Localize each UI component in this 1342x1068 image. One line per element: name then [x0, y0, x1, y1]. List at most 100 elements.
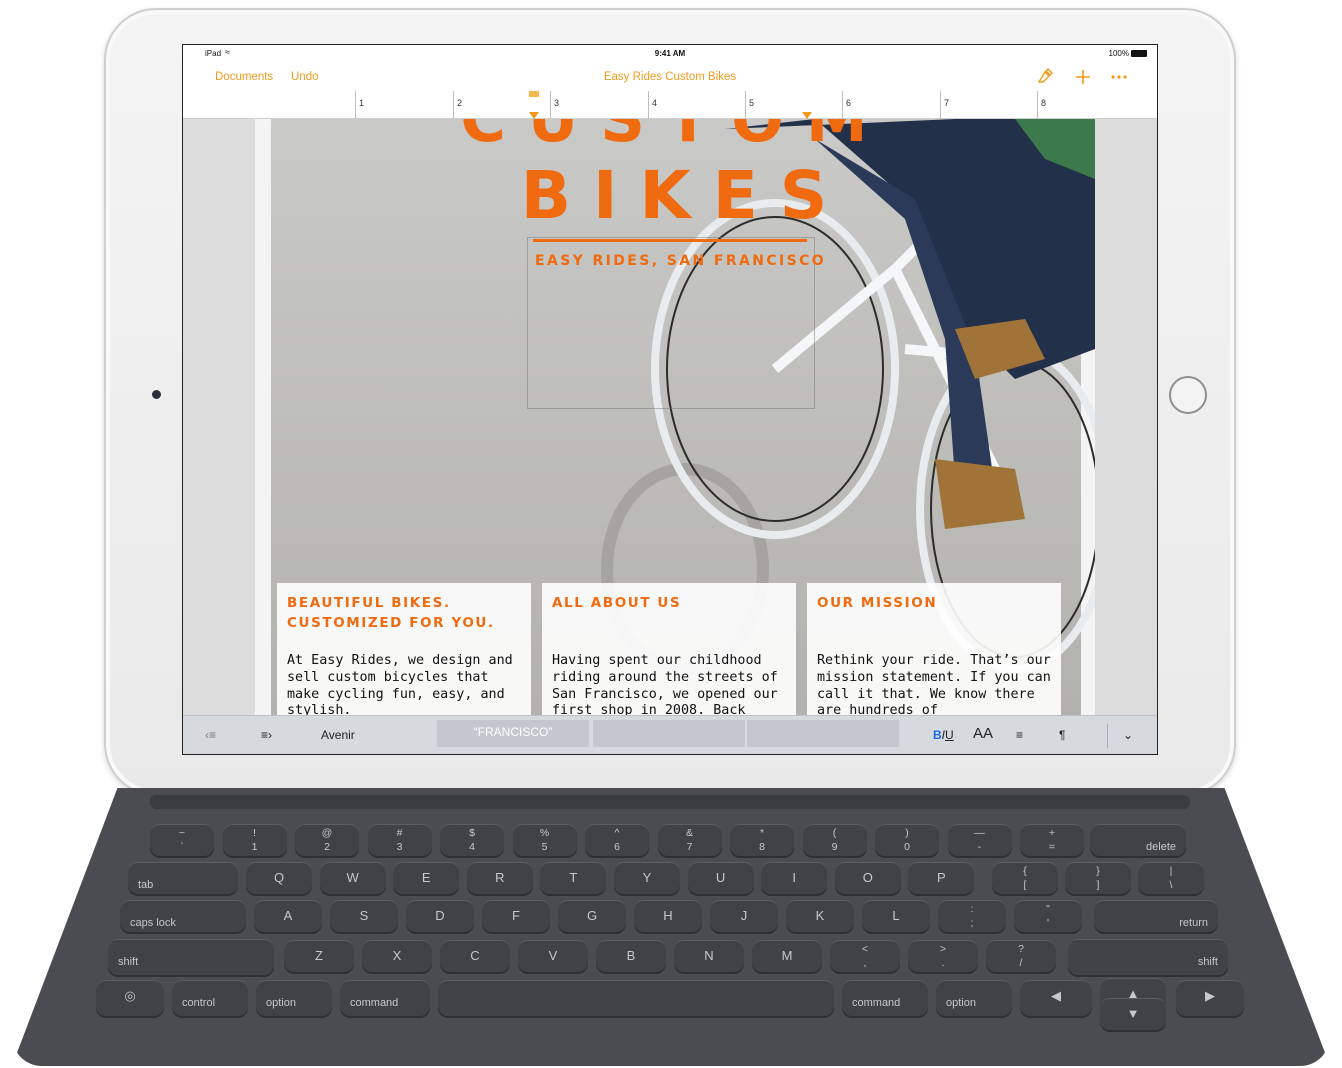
key-punct-r2[interactable]: ? /: [986, 940, 1056, 972]
key-bracket-0[interactable]: {[: [992, 862, 1058, 894]
headline-custom[interactable]: CUSTOM: [255, 119, 1095, 156]
subtitle[interactable]: EASY RIDES, SAN FRANCISCO: [535, 253, 826, 269]
undo-button[interactable]: Undo: [291, 71, 319, 83]
outdent-icon[interactable]: ‹≡: [205, 728, 216, 742]
font-picker[interactable]: Avenir: [321, 728, 355, 742]
key-4[interactable]: $4: [440, 824, 504, 856]
key-b[interactable]: B: [596, 940, 666, 972]
key-r[interactable]: R: [466, 862, 533, 894]
right-option-key[interactable]: option: [936, 980, 1012, 1016]
left-shift-key[interactable]: shift: [108, 939, 274, 975]
battery-icon: [1131, 50, 1147, 57]
key-u[interactable]: U: [687, 862, 754, 894]
key-n[interactable]: N: [674, 940, 744, 972]
key-z[interactable]: Z: [284, 940, 354, 972]
key-x[interactable]: X: [362, 940, 432, 972]
key-=[interactable]: + =: [1020, 824, 1084, 856]
right-margin-marker[interactable]: [802, 112, 812, 119]
more-icon[interactable]: [1109, 67, 1129, 87]
ruler-mark: 4: [652, 98, 658, 108]
indent-icon[interactable]: ≡›: [261, 728, 272, 742]
ruler-line: [648, 91, 649, 119]
column-our-mission[interactable]: OUR MISSION Rethink your ride. That’s ou…: [807, 583, 1061, 715]
home-button[interactable]: [1169, 376, 1207, 414]
suggestion-2[interactable]: [593, 720, 745, 747]
key-bracket-2[interactable]: | \: [1138, 862, 1204, 894]
key-bracket-1[interactable]: }]: [1065, 862, 1131, 894]
key-s[interactable]: S: [330, 900, 398, 932]
key-3[interactable]: #3: [367, 824, 432, 856]
add-icon[interactable]: [1073, 67, 1093, 87]
font-size-button[interactable]: AA: [973, 725, 993, 742]
ruler-mark: 5: [749, 98, 755, 108]
key-8[interactable]: * 8: [730, 824, 794, 856]
column-beautiful-bikes[interactable]: BEAUTIFUL BIKES. CUSTOMIZED FOR YOU. At …: [277, 583, 531, 715]
key-punct-r0[interactable]: <,: [830, 940, 900, 972]
key-f[interactable]: F: [482, 900, 550, 932]
key-punct-1[interactable]: " ': [1014, 900, 1082, 932]
key-o[interactable]: O: [834, 862, 901, 894]
bold-italic-underline-button[interactable]: BIU: [933, 728, 954, 742]
key-punct-0[interactable]: :;: [938, 900, 1006, 932]
align-center-icon[interactable]: ≡: [1016, 728, 1023, 742]
key-m[interactable]: M: [752, 940, 822, 972]
key-punct-r1[interactable]: >.: [908, 940, 978, 972]
tab-key[interactable]: tab: [128, 862, 238, 894]
headline-bikes[interactable]: BIKES: [255, 157, 1095, 234]
key-w[interactable]: W: [319, 862, 386, 894]
suggestion-3[interactable]: [747, 720, 899, 747]
format-brush-icon[interactable]: [1035, 67, 1055, 87]
globe-key[interactable]: ◎: [96, 980, 164, 1016]
document-page[interactable]: CUSTOM BIKES EASY RIDES, SAN FRANCISCO B…: [255, 119, 1095, 715]
key-e[interactable]: E: [393, 862, 460, 894]
right-shift-key[interactable]: shift: [1068, 939, 1228, 975]
key-h[interactable]: H: [634, 900, 702, 932]
paragraph-icon[interactable]: ¶: [1059, 728, 1065, 742]
key-`[interactable]: ~ `: [150, 824, 214, 856]
suggestion-1[interactable]: “FRANCISCO”: [437, 720, 589, 747]
right-command-key[interactable]: command: [842, 980, 928, 1016]
documents-button[interactable]: Documents: [215, 71, 273, 83]
arrow-down-key[interactable]: ▼: [1100, 998, 1166, 1030]
key-k[interactable]: K: [786, 900, 854, 932]
space-bar[interactable]: [438, 980, 834, 1016]
control-key[interactable]: control: [172, 980, 248, 1016]
left-command-key[interactable]: command: [340, 980, 430, 1016]
key-9[interactable]: (9: [802, 824, 867, 856]
ruler-line: [550, 91, 551, 119]
key-d[interactable]: D: [406, 900, 474, 932]
key-l[interactable]: L: [862, 900, 930, 932]
key-6[interactable]: ^ 6: [585, 824, 649, 856]
keyboard-connector: [150, 795, 1190, 809]
key-y[interactable]: Y: [614, 862, 680, 894]
key-v[interactable]: V: [518, 940, 588, 972]
arrow-right-key[interactable]: ▶: [1176, 980, 1244, 1016]
arrow-left-key[interactable]: ◀: [1020, 980, 1092, 1016]
key-1[interactable]: ! 1: [222, 824, 287, 856]
caps-lock-key[interactable]: caps lock: [120, 900, 246, 932]
key-2[interactable]: @2: [295, 824, 359, 856]
column-heading: ALL ABOUT US: [552, 595, 682, 611]
ruler-line: [842, 91, 843, 119]
ruler-line: [453, 91, 454, 119]
key-7[interactable]: & 7: [657, 824, 722, 856]
key-j[interactable]: J: [710, 900, 778, 932]
left-margin-marker[interactable]: [529, 112, 539, 119]
key-t[interactable]: T: [540, 862, 607, 894]
left-option-key[interactable]: option: [256, 980, 332, 1016]
key-q[interactable]: Q: [246, 862, 312, 894]
column-about-us[interactable]: ALL ABOUT US Having spent our childhood …: [542, 583, 796, 715]
return-key[interactable]: return: [1094, 900, 1218, 932]
key-i[interactable]: I: [761, 862, 828, 894]
key-g[interactable]: G: [558, 900, 626, 932]
key-a[interactable]: A: [254, 900, 322, 932]
ruler[interactable]: 1 2 3 4 5 6 7 8: [183, 91, 1157, 119]
key-5[interactable]: % 5: [512, 824, 577, 856]
key--[interactable]: — -: [947, 824, 1012, 856]
ruler-indent-handle[interactable]: [529, 91, 539, 97]
delete-key[interactable]: delete: [1090, 824, 1186, 856]
key-0[interactable]: ) 0: [875, 824, 939, 856]
key-c[interactable]: C: [440, 940, 510, 972]
hide-keyboard-icon[interactable]: ⌄: [1123, 728, 1133, 742]
key-p[interactable]: P: [908, 862, 975, 894]
